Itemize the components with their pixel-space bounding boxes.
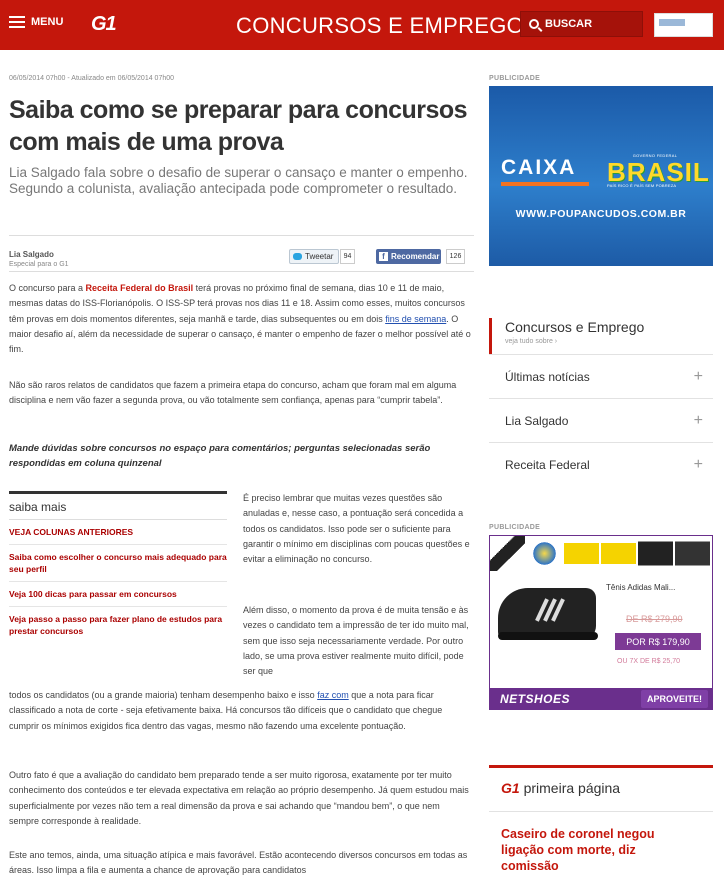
g1-box-title[interactable]: G1 primeira página bbox=[489, 768, 713, 812]
text: todos os candidatos (ou a grande maioria… bbox=[9, 690, 318, 700]
search-icon bbox=[529, 19, 539, 29]
saiba-mais-link[interactable]: Veja 100 dicas para passar em concursos bbox=[9, 582, 227, 607]
saiba-mais-link[interactable]: VEJA COLUNAS ANTERIORES bbox=[9, 520, 227, 545]
thumb-jersey-image[interactable] bbox=[675, 536, 710, 571]
plus-icon[interactable]: + bbox=[694, 412, 703, 430]
twitter-icon bbox=[293, 253, 302, 260]
price-old: DE R$ 279,90 bbox=[626, 614, 683, 624]
thumb-shirt-image[interactable] bbox=[638, 536, 673, 571]
caixa-stripe bbox=[501, 182, 589, 186]
menu-button[interactable]: MENU bbox=[9, 16, 63, 28]
g1-logo[interactable]: G1 bbox=[91, 13, 117, 36]
faz-com-link[interactable]: faz com bbox=[317, 690, 349, 700]
tweet-label: Tweetar bbox=[305, 252, 334, 261]
ce-row-label: Últimas notícias bbox=[505, 369, 590, 384]
thumb-shoe-image[interactable] bbox=[490, 536, 525, 571]
ce-row-receita-federal[interactable]: Receita Federal + bbox=[489, 442, 713, 486]
article-paragraph: O concurso para a Receita Federal do Bra… bbox=[9, 281, 471, 357]
thumb-jersey-image[interactable] bbox=[601, 536, 636, 571]
search-label: BUSCAR bbox=[545, 18, 593, 30]
plus-icon[interactable]: + bbox=[694, 456, 703, 474]
article-dates: 06/05/2014 07h00 - Atualizado em 06/05/2… bbox=[9, 75, 175, 82]
advertising-label: PUBLICIDADE bbox=[489, 524, 541, 531]
section-title[interactable]: CONCURSOS E EMPREGO bbox=[236, 13, 524, 39]
receita-federal-link[interactable]: Receita Federal do Brasil bbox=[86, 283, 194, 293]
brasil-slogan: PAÍS RICO É PAÍS SEM POBREZA bbox=[607, 183, 677, 188]
facebook-recommend-button[interactable]: f Recomendar bbox=[376, 249, 441, 264]
tweet-count: 94 bbox=[340, 249, 355, 264]
netshoes-logo: NETSHOES bbox=[500, 692, 571, 706]
ad-url: WWW.POUPANCUDOS.COM.BR bbox=[515, 208, 687, 220]
saiba-mais-title: saiba mais bbox=[9, 494, 227, 520]
fins-de-semana-link[interactable]: fins de semana bbox=[385, 314, 446, 324]
fb-label: Recomendar bbox=[391, 252, 440, 261]
ce-title[interactable]: Concursos e Emprego bbox=[505, 318, 713, 335]
search-button[interactable]: BUSCAR bbox=[520, 11, 643, 37]
article-callout: Mande dúvidas sobre concursos no espaço … bbox=[9, 443, 431, 470]
ce-row-label: Receita Federal bbox=[505, 457, 590, 472]
ce-row-label: Lia Salgado bbox=[505, 413, 569, 428]
caixa-logo: CAIXA bbox=[501, 156, 577, 179]
article-paragraph: Outro fato é que a avaliação do candidat… bbox=[9, 770, 469, 826]
saiba-mais-link[interactable]: Saiba como escolher o concurso mais adeq… bbox=[9, 545, 227, 582]
g1-primeira-pagina-box: G1 primeira página Caseiro de coronel ne… bbox=[489, 765, 713, 874]
subtitle-line-1: Lia Salgado fala sobre o desafio de supe… bbox=[9, 165, 468, 180]
caixa-ad-banner[interactable]: CAIXA GOVERNO FEDERAL BRASIL PAÍS RICO É… bbox=[489, 86, 713, 266]
g1-news-headline[interactable]: Caseiro de coronel negou ligação com mor… bbox=[489, 812, 679, 874]
price-new[interactable]: POR R$ 179,90 bbox=[615, 633, 701, 650]
article-paragraph: todos os candidatos (ou a grande maioria… bbox=[9, 688, 471, 734]
ce-row-ultimas-noticias[interactable]: Últimas notícias + bbox=[489, 354, 713, 398]
site-header: MENU G1 CONCURSOS E EMPREGO BUSCAR bbox=[0, 0, 724, 50]
ce-header: Concursos e Emprego veja tudo sobre › bbox=[489, 318, 713, 354]
article-paragraph: Este ano temos, ainda, uma situação atíp… bbox=[9, 850, 468, 876]
product-thumbnails bbox=[490, 536, 712, 573]
concursos-emprego-box: Concursos e Emprego veja tudo sobre › Úl… bbox=[489, 318, 713, 486]
facebook-count: 126 bbox=[446, 249, 465, 264]
product-name[interactable]: Tênis Adidas Mali... bbox=[606, 583, 675, 592]
netshoes-bar: NETSHOES APROVEITE! bbox=[490, 688, 712, 709]
tweet-button[interactable]: Tweetar bbox=[289, 249, 340, 264]
menu-label: MENU bbox=[31, 16, 64, 28]
price-installments: OU 7X DE R$ 25,70 bbox=[617, 658, 681, 665]
author-name: Lia Salgado bbox=[9, 250, 54, 259]
g1-brand: G1 bbox=[501, 780, 520, 796]
saiba-mais-box: saiba mais VEJA COLUNAS ANTERIORES Saiba… bbox=[9, 491, 227, 643]
article-headline: Saiba como se preparar para concursos co… bbox=[9, 96, 468, 156]
hamburger-icon bbox=[9, 16, 25, 28]
article-paragraph: Além disso, o momento da prova é de muit… bbox=[243, 605, 469, 677]
globo-logo-icon bbox=[659, 19, 685, 26]
divider bbox=[9, 271, 474, 272]
aproveite-button[interactable]: APROVEITE! bbox=[640, 690, 708, 708]
thumb-ball-image[interactable] bbox=[527, 536, 562, 571]
article-paragraph: Não são raros relatos de candidatos que … bbox=[9, 380, 457, 406]
divider bbox=[9, 235, 474, 236]
ce-row-lia-salgado[interactable]: Lia Salgado + bbox=[489, 398, 713, 442]
ce-see-all-link[interactable]: veja tudo sobre › bbox=[505, 338, 713, 345]
shoe-sole bbox=[498, 632, 598, 640]
article-paragraph: É preciso lembrar que muitas vezes quest… bbox=[243, 493, 470, 565]
saiba-mais-link[interactable]: Veja passo a passo para fazer plano de e… bbox=[9, 607, 227, 643]
advertising-label: PUBLICIDADE bbox=[489, 75, 541, 82]
author-role: Especial para o G1 bbox=[9, 261, 69, 268]
plus-icon[interactable]: + bbox=[694, 368, 703, 386]
text: O concurso para a bbox=[9, 283, 86, 293]
globo-user-box[interactable] bbox=[654, 13, 713, 37]
g1-box-title-text: primeira página bbox=[519, 780, 621, 796]
subtitle-line-2: Segundo a colunista, avaliação antecipad… bbox=[9, 181, 458, 196]
netshoes-ad-banner[interactable]: Tênis Adidas Mali... DE R$ 279,90 POR R$… bbox=[489, 535, 713, 710]
facebook-icon: f bbox=[379, 252, 388, 261]
article-subtitle: Lia Salgado fala sobre o desafio de supe… bbox=[9, 165, 479, 197]
thumb-jersey-image[interactable] bbox=[564, 536, 599, 571]
